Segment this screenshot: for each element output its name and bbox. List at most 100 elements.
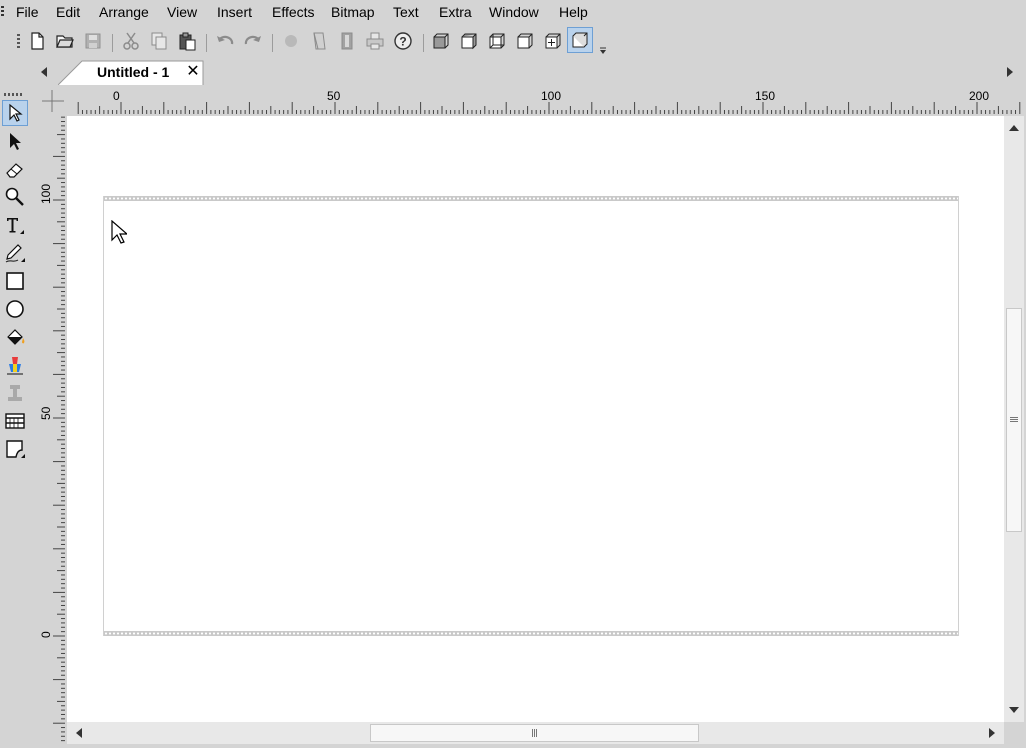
menubar-grip[interactable] <box>1 6 4 18</box>
tab-scroll-left-button[interactable] <box>38 65 50 79</box>
text-tool-icon <box>7 218 24 234</box>
page-curl-button[interactable] <box>307 29 331 53</box>
menu-insert[interactable]: Insert <box>217 4 252 20</box>
chevron-down-icon <box>600 47 606 54</box>
menu-effects[interactable]: Effects <box>272 4 315 20</box>
fill-bucket-icon <box>7 329 25 345</box>
horizontal-scrollbar[interactable] <box>67 722 1004 744</box>
chevron-right-icon <box>1007 67 1013 77</box>
tool-color-fill[interactable] <box>2 352 28 378</box>
tool-selection[interactable] <box>2 100 28 126</box>
menu-bar: File Edit Arrange View Insert Effects Bi… <box>0 0 1026 24</box>
vertical-ruler[interactable]: 100 50 0 <box>38 114 65 744</box>
menu-file[interactable]: File <box>16 4 39 20</box>
toolbar-separator <box>112 34 113 52</box>
tool-zoom[interactable] <box>2 184 28 210</box>
close-icon[interactable]: ✕ <box>184 63 202 81</box>
tool-node-edit[interactable] <box>2 128 28 154</box>
cube-left-icon <box>517 33 533 49</box>
scroll-down-button[interactable] <box>1004 700 1024 720</box>
menu-window[interactable]: Window <box>489 4 539 20</box>
chevron-up-icon <box>1009 125 1019 131</box>
copy-button[interactable] <box>147 29 171 53</box>
save-button[interactable] <box>81 29 105 53</box>
cube-3d-button[interactable] <box>567 27 593 53</box>
cube-wire-button[interactable] <box>485 29 509 53</box>
drawing-canvas[interactable] <box>67 116 1004 722</box>
ruler-label: 150 <box>755 89 776 103</box>
help-icon: ? <box>394 32 412 50</box>
tool-fill[interactable] <box>2 324 28 350</box>
save-icon <box>85 33 101 49</box>
tool-blend[interactable] <box>2 380 28 406</box>
fill-button[interactable] <box>279 29 303 53</box>
cube-3d-icon <box>572 32 588 48</box>
open-button[interactable] <box>53 29 77 53</box>
copy-icon <box>151 32 167 50</box>
tab-untitled-1[interactable]: Untitled - 1 ✕ <box>58 60 204 85</box>
chevron-right-icon <box>989 728 995 738</box>
color-fill-icon <box>7 357 23 375</box>
scroll-up-button[interactable] <box>1004 118 1024 138</box>
rectangle-icon <box>6 272 24 290</box>
menu-view[interactable]: View <box>167 4 197 20</box>
vertical-scrollbar[interactable] <box>1004 116 1024 722</box>
menu-text[interactable]: Text <box>393 4 419 20</box>
help-button[interactable]: ? <box>391 29 415 53</box>
cube-front-button[interactable] <box>429 29 453 53</box>
ruler-label: 50 <box>39 406 53 420</box>
gradient-button[interactable] <box>335 29 359 53</box>
cut-icon <box>123 32 139 50</box>
tool-text[interactable] <box>2 212 28 238</box>
toolbar-separator <box>272 34 273 52</box>
page-bottom-edge <box>104 631 958 636</box>
paste-button[interactable] <box>175 29 199 53</box>
cube-right-button[interactable] <box>457 29 481 53</box>
ruler-label: 50 <box>327 89 341 103</box>
print-icon <box>366 32 384 50</box>
menu-arrange[interactable]: Arrange <box>99 4 149 20</box>
tab-scroll-right-button[interactable] <box>1004 65 1016 79</box>
chevron-left-icon <box>41 67 47 77</box>
tool-curve-page[interactable] <box>2 436 28 462</box>
vertical-scroll-thumb[interactable] <box>1006 308 1022 532</box>
document-page[interactable] <box>103 196 959 636</box>
menu-edit[interactable]: Edit <box>56 4 80 20</box>
horizontal-ruler[interactable]: 0 50 100 150 200 <box>67 87 1023 114</box>
new-document-icon <box>31 32 44 50</box>
ruler-origin-corner[interactable] <box>38 87 67 114</box>
undo-button[interactable] <box>213 29 237 53</box>
horizontal-scroll-thumb[interactable] <box>370 724 699 742</box>
toolbox-grip[interactable] <box>4 93 24 96</box>
toolbar-overflow-button[interactable] <box>598 42 608 54</box>
selection-arrow-icon <box>9 103 23 122</box>
toolbar-separator <box>206 34 207 52</box>
page-top-edge <box>104 196 958 201</box>
tool-pen[interactable] <box>2 240 28 266</box>
circle-fill-icon <box>285 35 297 47</box>
crosshair-icon <box>42 90 64 112</box>
menu-help[interactable]: Help <box>559 4 588 20</box>
menu-extra[interactable]: Extra <box>439 4 472 20</box>
toolbar-grip[interactable] <box>17 34 20 48</box>
cube-add-button[interactable] <box>541 29 565 53</box>
cube-left-button[interactable] <box>513 29 537 53</box>
print-button[interactable] <box>363 29 387 53</box>
svg-text:?: ? <box>399 35 406 49</box>
tool-table[interactable] <box>2 408 28 434</box>
tool-ellipse[interactable] <box>2 296 28 322</box>
menu-bitmap[interactable]: Bitmap <box>331 4 375 20</box>
open-folder-icon <box>56 35 74 48</box>
tab-label: Untitled - 1 <box>97 64 170 80</box>
scroll-right-button[interactable] <box>982 723 1002 743</box>
undo-icon <box>217 35 234 45</box>
node-arrow-icon <box>10 133 21 150</box>
ruler-label: 200 <box>969 89 990 103</box>
ellipse-icon <box>6 300 24 318</box>
redo-button[interactable] <box>241 29 265 53</box>
new-document-button[interactable] <box>25 29 49 53</box>
cut-button[interactable] <box>119 29 143 53</box>
scroll-left-button[interactable] <box>69 723 89 743</box>
tool-eraser[interactable] <box>2 156 28 182</box>
tool-rectangle[interactable] <box>2 268 28 294</box>
